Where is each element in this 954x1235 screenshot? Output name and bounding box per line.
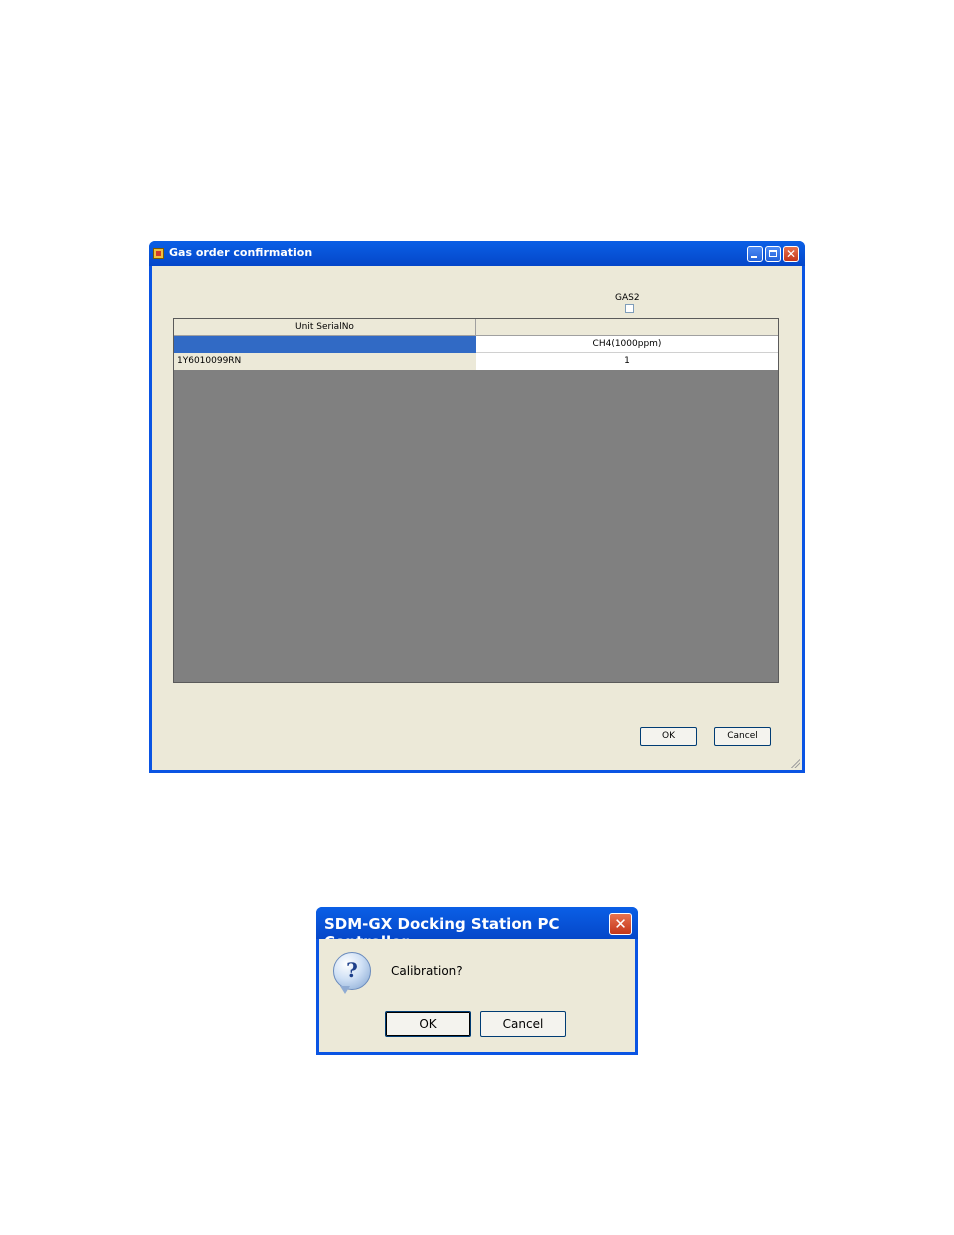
ok-button[interactable]: OK — [385, 1011, 471, 1037]
gas2-checkbox[interactable] — [625, 304, 634, 313]
window-title: Gas order confirmation — [169, 246, 313, 259]
table-row[interactable]: CH4(1000ppm) — [174, 336, 778, 353]
table-row[interactable]: 1Y6010099RN 1 — [174, 353, 778, 370]
window-client-area: GAS2 Unit SerialNo CH4(1000ppm) 1Y601009… — [152, 266, 802, 770]
minimize-icon[interactable] — [747, 246, 763, 262]
question-icon: ? — [333, 952, 371, 994]
ok-button[interactable]: OK — [640, 727, 697, 746]
cancel-button[interactable]: Cancel — [714, 727, 771, 746]
grid-header: Unit SerialNo — [174, 319, 778, 336]
table-cell-gas[interactable]: CH4(1000ppm) — [476, 336, 778, 353]
question-glyph: ? — [346, 958, 358, 982]
title-bar[interactable]: SDM-GX Docking Station PC Controller ✕ — [316, 907, 638, 951]
message-client-area: ? Calibration? OK Cancel — [319, 939, 635, 1052]
close-icon[interactable]: ✕ — [609, 913, 632, 935]
close-icon: ✕ — [785, 247, 797, 261]
resize-grip-icon[interactable] — [790, 758, 800, 768]
serial-grid[interactable]: Unit SerialNo CH4(1000ppm) 1Y6010099RN 1 — [173, 318, 779, 683]
close-button[interactable]: ✕ — [783, 246, 799, 262]
cancel-button[interactable]: Cancel — [480, 1011, 566, 1037]
title-bar[interactable]: Gas order confirmation ✕ — [149, 241, 805, 266]
table-cell-order[interactable]: 1 — [476, 353, 778, 370]
calibration-message-box: SDM-GX Docking Station PC Controller ✕ ?… — [316, 907, 638, 1055]
table-cell-selected[interactable] — [174, 336, 476, 353]
gas-order-window: Gas order confirmation ✕ GAS2 Unit Seria… — [149, 241, 805, 773]
message-text: Calibration? — [391, 964, 463, 978]
maximize-icon[interactable] — [765, 246, 781, 262]
gas2-label: GAS2 — [615, 293, 640, 303]
table-cell-serial[interactable]: 1Y6010099RN — [174, 353, 476, 370]
column-header-serial[interactable]: Unit SerialNo — [174, 319, 476, 335]
app-icon — [153, 248, 164, 259]
